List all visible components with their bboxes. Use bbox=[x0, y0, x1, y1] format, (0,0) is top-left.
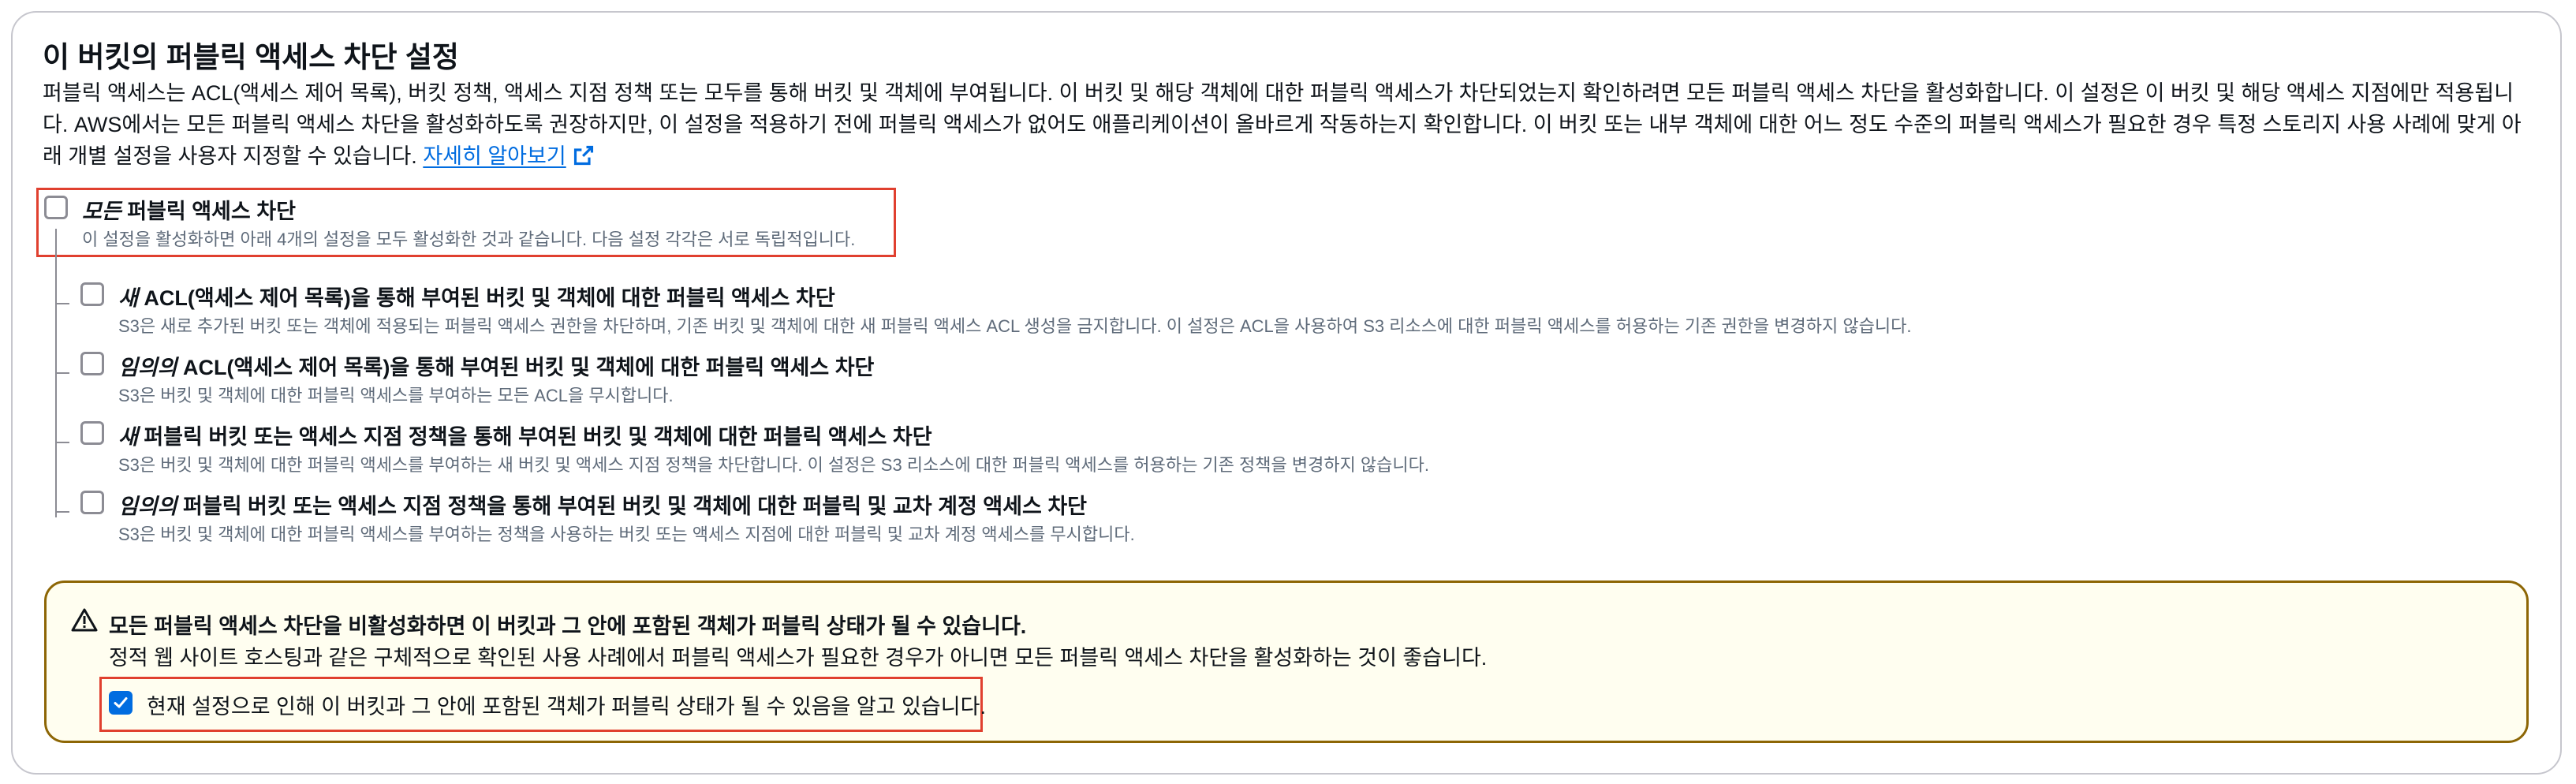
block-new-acl-label: 새 ACL(액세스 제어 목록)을 통해 부여된 버킷 및 객체에 대한 퍼블릭… bbox=[118, 281, 835, 312]
block-all-label-text: 퍼블릭 액세스 차단 bbox=[121, 200, 296, 223]
option-label-text: 퍼블릭 버킷 또는 액세스 지점 정책을 통해 부여된 버킷 및 객체에 대한 … bbox=[137, 425, 932, 449]
checkmark-icon bbox=[114, 697, 128, 708]
warning-title: 모든 퍼블릭 액세스 차단을 비활성화하면 이 버킷과 그 안에 포함된 객체가… bbox=[109, 614, 1027, 638]
block-all-label-emphasis: 모든 bbox=[82, 200, 121, 223]
block-new-acl-description: S3은 새로 추가된 버킷 또는 객체에 적용되는 퍼블릭 액세스 권한을 차단… bbox=[118, 316, 1912, 336]
learn-more-link[interactable]: 자세히 알아보기 bbox=[423, 144, 594, 168]
block-any-policy-checkbox[interactable] bbox=[80, 491, 104, 514]
tree-branch bbox=[55, 511, 69, 513]
learn-more-label: 자세히 알아보기 bbox=[423, 144, 566, 168]
tree-branch bbox=[55, 372, 69, 374]
acknowledge-checkbox[interactable] bbox=[109, 691, 133, 715]
block-any-policy-description: S3은 버킷 및 객체에 대한 퍼블릭 액세스를 부여하는 정책을 사용하는 버… bbox=[118, 525, 1135, 544]
section-description: 퍼블릭 액세스는 ACL(액세스 제어 목록), 버킷 정책, 액세스 지점 정… bbox=[43, 77, 2527, 172]
warning-body: 정적 웹 사이트 호스팅과 같은 구체적으로 확인된 사용 사례에서 퍼블릭 액… bbox=[109, 646, 1488, 670]
option-label-emphasis: 새 bbox=[118, 425, 138, 449]
option-label-text: ACL(액세스 제어 목록)을 통해 부여된 버킷 및 객체에 대한 퍼블릭 액… bbox=[177, 356, 875, 379]
section-title: 이 버킷의 퍼블릭 액세스 차단 설정 bbox=[43, 41, 459, 73]
block-new-policy-label: 새 퍼블릭 버킷 또는 액세스 지점 정책을 통해 부여된 버킷 및 객체에 대… bbox=[118, 420, 932, 450]
option-label-emphasis: 임의의 bbox=[118, 356, 177, 379]
option-label-text: 퍼블릭 버킷 또는 액세스 지점 정책을 통해 부여된 버킷 및 객체에 대한 … bbox=[177, 495, 1087, 518]
block-new-acl-checkbox[interactable] bbox=[80, 282, 104, 306]
acknowledge-label: 현재 설정으로 인해 이 버킷과 그 안에 포함된 객체가 퍼블릭 상태가 될 … bbox=[147, 695, 986, 719]
block-new-policy-checkbox[interactable] bbox=[80, 421, 104, 445]
block-new-policy-description: S3은 버킷 및 객체에 대한 퍼블릭 액세스를 부여하는 새 버킷 및 액세스… bbox=[118, 455, 1430, 475]
section-description-text: 퍼블릭 액세스는 ACL(액세스 제어 목록), 버킷 정책, 액세스 지점 정… bbox=[43, 81, 2522, 168]
option-label-emphasis: 임의의 bbox=[118, 495, 177, 518]
block-any-acl-description: S3은 버킷 및 객체에 대한 퍼블릭 액세스를 부여하는 모든 ACL을 무시… bbox=[118, 386, 674, 405]
block-all-checkbox[interactable] bbox=[44, 196, 68, 219]
option-label-emphasis: 새 bbox=[118, 286, 138, 310]
block-any-acl-label: 임의의 ACL(액세스 제어 목록)을 통해 부여된 버킷 및 객체에 대한 퍼… bbox=[118, 350, 874, 381]
block-any-acl-checkbox[interactable] bbox=[80, 352, 104, 375]
tree-branch bbox=[55, 442, 69, 443]
block-any-policy-label: 임의의 퍼블릭 버킷 또는 액세스 지점 정책을 통해 부여된 버킷 및 객체에… bbox=[118, 489, 1087, 520]
block-all-label: 모든 퍼블릭 액세스 차단 bbox=[82, 194, 296, 225]
block-all-description: 이 설정을 활성화하면 아래 4개의 설정을 모두 활성화한 것과 같습니다. … bbox=[82, 230, 856, 249]
external-link-icon bbox=[573, 145, 593, 166]
warning-icon bbox=[71, 608, 98, 632]
tree-branch bbox=[55, 303, 69, 304]
option-label-text: ACL(액세스 제어 목록)을 통해 부여된 버킷 및 객체에 대한 퍼블릭 액… bbox=[137, 286, 835, 310]
